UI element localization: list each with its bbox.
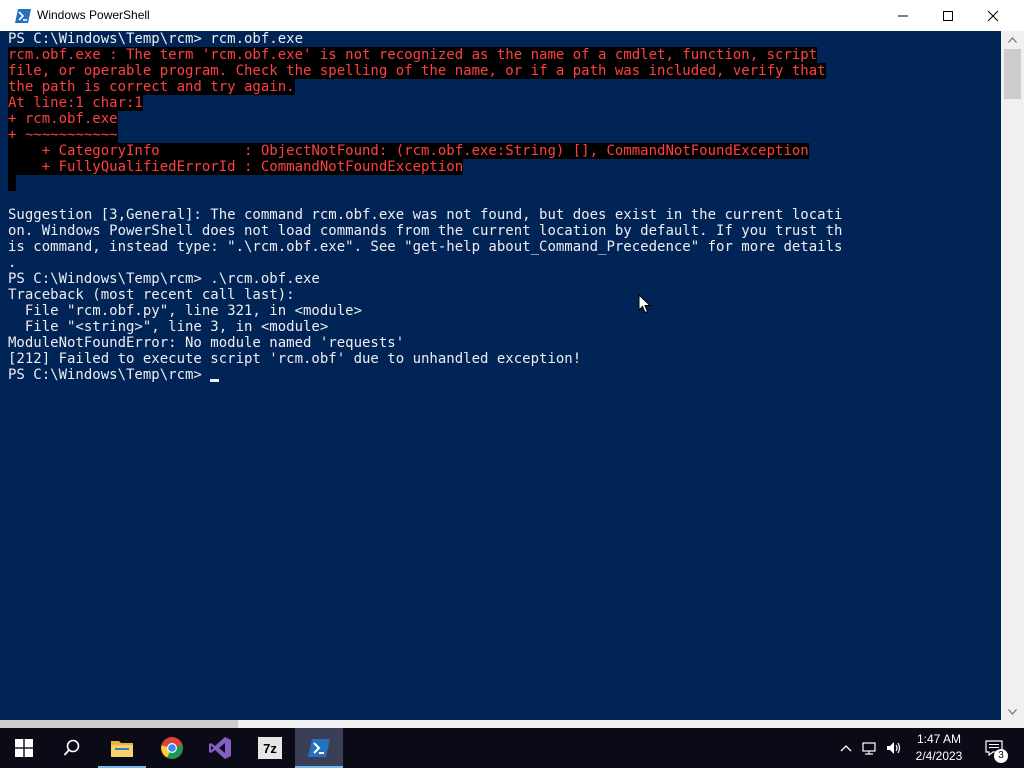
- console-line-text: PS C:\Windows\Temp\rcm> rcm.obf.exe: [8, 31, 304, 47]
- console-lines: PS C:\Windows\Temp\rcm> rcm.obf.exe rcm.o…: [8, 31, 842, 383]
- console-line-text: [8, 175, 17, 191]
- console-line-text: on. Windows PowerShell does not load com…: [8, 223, 843, 239]
- show-hidden-icons-button[interactable]: [836, 728, 856, 768]
- scrollbar-corner: [1001, 720, 1024, 728]
- horizontal-scroll-thumb[interactable]: [0, 720, 238, 728]
- console-line-text: the path is correct and try again.: [8, 79, 295, 95]
- console-line-text: [212] Failed to execute script 'rcm.obf'…: [8, 351, 582, 367]
- console-line: file, or operable program. Check the spe…: [8, 63, 842, 79]
- minimize-button[interactable]: [880, 0, 926, 31]
- console-line-text: is command, instead type: ".\rcm.obf.exe…: [8, 239, 843, 255]
- console-line: the path is correct and try again.: [8, 79, 842, 95]
- console-line-text: file, or operable program. Check the spe…: [8, 63, 826, 79]
- console-line: At line:1 char:1: [8, 95, 842, 111]
- folder-icon: [111, 741, 133, 757]
- start-button[interactable]: [0, 728, 48, 768]
- visual-studio-icon: [209, 737, 231, 759]
- search-button[interactable]: [48, 728, 96, 768]
- console-line: File "rcm.obf.py", line 321, in <module>: [8, 303, 842, 319]
- console-line-text: At line:1 char:1: [8, 95, 143, 111]
- chevron-up-icon: [840, 745, 852, 752]
- console-line: PS C:\Windows\Temp\rcm> rcm.obf.exe: [8, 31, 842, 47]
- console-line-text: + CategoryInfo : ObjectNotFound: (rcm.ob…: [8, 143, 809, 159]
- taskbar: 7z 1:47 AM 2/4/2023: [0, 728, 1024, 768]
- taskbar-powershell[interactable]: [295, 728, 343, 768]
- console-line: rcm.obf.exe : The term 'rcm.obf.exe' is …: [8, 47, 842, 63]
- horizontal-scrollbar[interactable]: [0, 720, 1001, 728]
- chrome-icon: [161, 737, 183, 759]
- scroll-down-button[interactable]: [1001, 703, 1024, 720]
- search-icon: [63, 739, 80, 756]
- console-line: Traceback (most recent call last):: [8, 287, 842, 303]
- taskbar-chrome[interactable]: [148, 728, 196, 768]
- console-line: + CategoryInfo : ObjectNotFound: (rcm.ob…: [8, 143, 842, 159]
- console-line-text: PS C:\Windows\Temp\rcm> .\rcm.obf.exe: [8, 271, 320, 287]
- console-line: [212] Failed to execute script 'rcm.obf'…: [8, 351, 842, 367]
- notification-count-badge: 3: [994, 749, 1008, 763]
- console-line: Suggestion [3,General]: The command rcm.…: [8, 207, 842, 223]
- console-line: + ~~~~~~~~~~~: [8, 127, 842, 143]
- text-cursor: [210, 379, 220, 382]
- taskbar-visual-studio[interactable]: [196, 728, 244, 768]
- taskbar-clock[interactable]: 1:47 AM 2/4/2023: [904, 728, 974, 768]
- action-center-button[interactable]: [978, 728, 1010, 768]
- console-line: ModuleNotFoundError: No module named 're…: [8, 335, 842, 351]
- console-line: PS C:\Windows\Temp\rcm>: [8, 367, 842, 383]
- console-line: + FullyQualifiedErrorId : CommandNotFoun…: [8, 159, 842, 175]
- console-line-text: + FullyQualifiedErrorId : CommandNotFoun…: [8, 159, 464, 175]
- console-line-text: Traceback (most recent call last):: [8, 287, 295, 303]
- console-line-text: + rcm.obf.exe: [8, 111, 118, 127]
- console-line: .: [8, 255, 842, 271]
- console-line-text: .: [8, 255, 17, 271]
- console-line-text: ModuleNotFoundError: No module named 're…: [8, 335, 405, 351]
- chevron-up-icon: [1008, 36, 1017, 43]
- powershell-icon: [308, 739, 330, 757]
- console-output[interactable]: PS C:\Windows\Temp\rcm> rcm.obf.exe rcm.o…: [0, 31, 1001, 720]
- console-line-text: + ~~~~~~~~~~~: [8, 127, 118, 143]
- console-line: [8, 175, 842, 191]
- console-line-text: File "rcm.obf.py", line 321, in <module>: [8, 303, 363, 319]
- taskbar-file-explorer[interactable]: [98, 728, 146, 768]
- windows-logo-icon: [15, 739, 33, 757]
- network-tray-button[interactable]: [860, 728, 882, 768]
- console-line-text: File "<string>", line 3, in <module>: [8, 319, 329, 335]
- clock-time: 1:47 AM: [916, 732, 962, 746]
- speaker-icon: [887, 742, 901, 754]
- network-icon: [862, 742, 876, 755]
- console-line: + rcm.obf.exe: [8, 111, 842, 127]
- console-line-text: rcm.obf.exe : The term 'rcm.obf.exe' is …: [8, 47, 818, 63]
- scroll-up-button[interactable]: [1001, 31, 1024, 48]
- powershell-icon: [15, 8, 31, 23]
- volume-tray-button[interactable]: [884, 728, 904, 768]
- maximize-button[interactable]: [925, 0, 971, 31]
- vertical-scrollbar[interactable]: [1001, 31, 1024, 720]
- console-line-text: Suggestion [3,General]: The command rcm.…: [8, 207, 843, 223]
- maximize-icon: [943, 10, 953, 21]
- console-line: on. Windows PowerShell does not load com…: [8, 223, 842, 239]
- 7zip-icon: 7z: [258, 737, 282, 759]
- console-line: File "<string>", line 3, in <module>: [8, 319, 842, 335]
- 7zip-label: 7z: [263, 741, 277, 756]
- taskbar-7zip[interactable]: 7z: [246, 728, 294, 768]
- console-line: is command, instead type: ".\rcm.obf.exe…: [8, 239, 842, 255]
- window-title: Windows PowerShell: [37, 8, 150, 22]
- clock-date: 2/4/2023: [915, 749, 963, 763]
- mouse-pointer-icon: [638, 293, 652, 318]
- close-button[interactable]: [970, 0, 1016, 31]
- chevron-down-icon: [1008, 708, 1017, 715]
- console-line-text: PS C:\Windows\Temp\rcm>: [8, 367, 211, 383]
- minimize-icon: [898, 15, 908, 16]
- vertical-scroll-thumb[interactable]: [1004, 49, 1021, 99]
- window-title-bar[interactable]: Windows PowerShell: [0, 0, 1024, 31]
- console-line: PS C:\Windows\Temp\rcm> .\rcm.obf.exe: [8, 271, 842, 287]
- close-icon: [987, 10, 999, 21]
